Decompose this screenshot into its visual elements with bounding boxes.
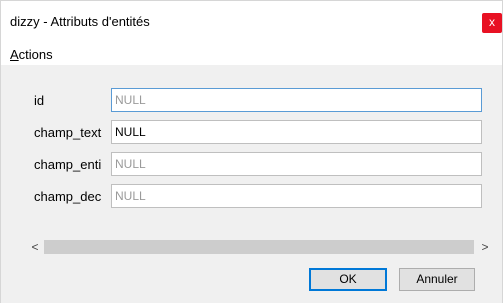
menu-actions-accelerator: A <box>10 47 19 62</box>
field-row-champ-enti: champ_enti NULL <box>1 152 502 176</box>
cancel-button[interactable]: Annuler <box>399 268 475 291</box>
field-row-champ-dec: champ_dec NULL <box>1 184 502 208</box>
field-label-id: id <box>34 93 45 108</box>
field-input-champ-text[interactable]: NULL <box>111 120 482 144</box>
field-label-champ-text: champ_text <box>34 125 102 140</box>
field-row-id: id NULL <box>1 88 502 112</box>
window-title: dizzy - Attributs d'entités <box>10 14 150 29</box>
field-input-champ-enti[interactable]: NULL <box>111 152 482 176</box>
menu-actions-label: ctions <box>18 47 53 62</box>
ok-button[interactable]: OK <box>309 268 387 291</box>
menu-actions[interactable]: Actions <box>10 47 53 62</box>
title-bar: dizzy - Attributs d'entités x <box>1 1 502 41</box>
scrollbar-track[interactable] <box>44 240 474 254</box>
field-row-champ-text: champ_text NULL <box>1 120 502 144</box>
field-label-champ-dec: champ_dec <box>34 189 102 204</box>
attributes-panel: id NULL champ_text NULL champ_enti NULL … <box>1 66 502 303</box>
field-label-champ-enti: champ_enti <box>34 157 102 172</box>
scroll-right-arrow-icon[interactable]: > <box>476 238 494 256</box>
menu-bar: Actions <box>1 41 502 66</box>
horizontal-scrollbar[interactable]: < > <box>26 238 494 256</box>
dialog-window: dizzy - Attributs d'entités x Actions id… <box>0 0 503 303</box>
field-input-champ-dec[interactable]: NULL <box>111 184 482 208</box>
scroll-left-arrow-icon[interactable]: < <box>26 238 44 256</box>
close-button[interactable]: x <box>482 13 502 33</box>
close-icon: x <box>489 15 495 29</box>
scrollbar-thumb[interactable] <box>44 240 474 254</box>
field-input-id[interactable]: NULL <box>111 88 482 112</box>
